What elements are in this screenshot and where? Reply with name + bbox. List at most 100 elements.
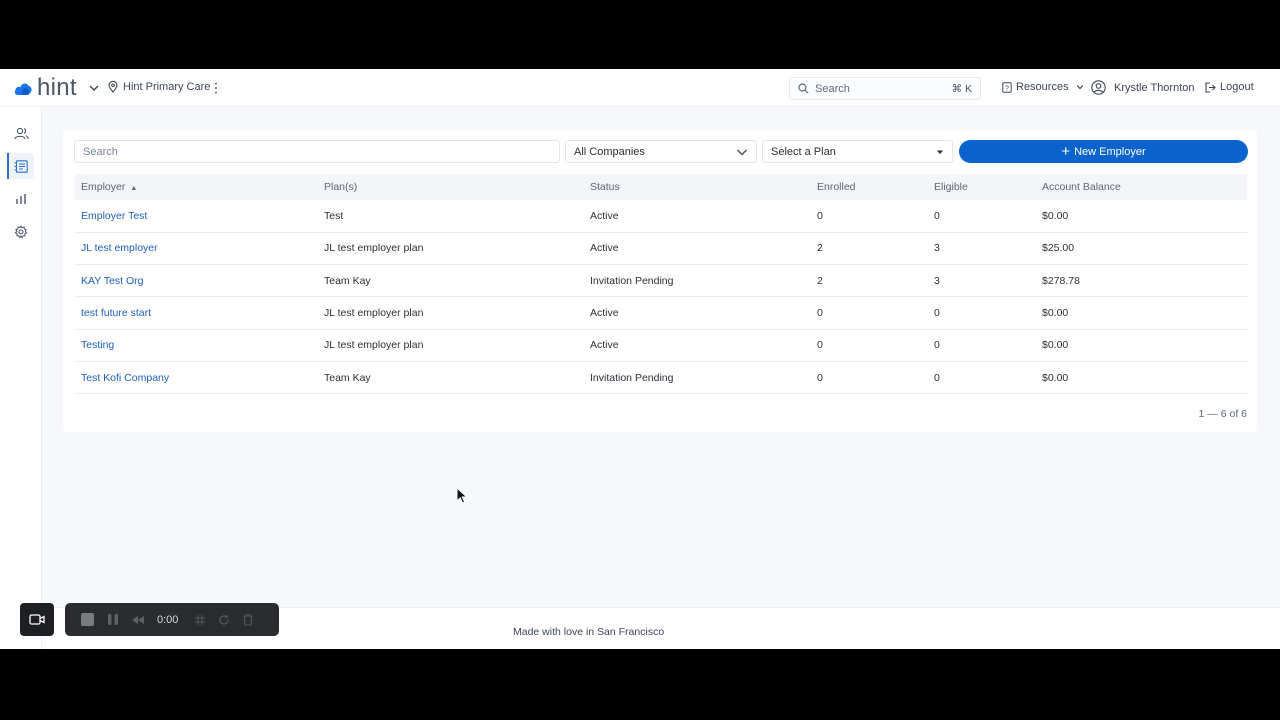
- employer-name-link[interactable]: Employer Test: [75, 200, 318, 232]
- search-placeholder: Search: [815, 82, 850, 95]
- table-row[interactable]: Employer Test Test Active 0 0 $0.00: [75, 200, 1247, 233]
- account-balance-cell: $0.00: [1042, 209, 1069, 222]
- header-eligible[interactable]: Eligible: [928, 174, 1036, 200]
- user-name: Krystle Thornton: [1114, 81, 1195, 94]
- camera-toggle-button[interactable]: [20, 603, 54, 636]
- eligible-cell: 0: [934, 371, 940, 384]
- caret-down-icon: [937, 150, 943, 154]
- header-plans[interactable]: Plan(s): [318, 174, 584, 200]
- grid-icon: [195, 614, 206, 625]
- account-balance-cell: $25.00: [1042, 242, 1075, 255]
- delete-button[interactable]: [242, 613, 254, 626]
- table-header-row: Employer ▲ Plan(s) Status Enrolled Eligib…: [75, 174, 1247, 200]
- table-row[interactable]: JL test employer JL test employer plan Act…: [75, 232, 1247, 265]
- enrolled-cell: 0: [817, 209, 823, 222]
- resources-menu[interactable]: ? Resources: [1002, 81, 1085, 93]
- enrolled-cell: 0: [817, 307, 823, 320]
- sidebar: [0, 107, 42, 649]
- header-account-balance[interactable]: Account Balance: [1036, 174, 1247, 200]
- restart-button[interactable]: [218, 614, 230, 626]
- user-menu[interactable]: Krystle Thornton: [1091, 80, 1195, 95]
- map-pin-icon: [108, 81, 118, 93]
- plan-select[interactable]: Select a Plan: [762, 140, 953, 163]
- table-row[interactable]: KAY Test Org Team Kay Invitation Pending 2 3…: [75, 265, 1247, 297]
- gear-icon: [14, 225, 28, 239]
- status-cell: Active: [590, 339, 619, 352]
- plan-cell: JL test employer plan: [324, 307, 424, 320]
- pause-icon: [108, 614, 118, 625]
- header-enrolled[interactable]: Enrolled: [811, 174, 928, 200]
- account-balance-cell: $278.78: [1042, 274, 1080, 287]
- employers-icon: [14, 159, 28, 173]
- status-cell: Invitation Pending: [590, 371, 674, 384]
- eligible-cell: 0: [934, 339, 940, 352]
- enrolled-cell: 0: [817, 371, 823, 384]
- stop-icon: [81, 613, 94, 626]
- companies-select-value: All Companies: [574, 145, 645, 158]
- account-balance-cell: $0.00: [1042, 339, 1069, 352]
- logout-icon: [1205, 81, 1216, 93]
- location-selector[interactable]: Hint Primary Care: [108, 81, 210, 93]
- eligible-cell: 0: [934, 307, 940, 320]
- plus-icon: +: [1061, 143, 1071, 160]
- mouse-cursor-icon: [456, 487, 468, 504]
- trash-icon: [243, 613, 254, 626]
- new-employer-label: New Employer: [1074, 145, 1146, 158]
- app-window: hint Hint Primary Care Search ⌘ K ? Reso…: [0, 69, 1280, 649]
- pagination-info: 1 — 6 of 6: [1198, 408, 1247, 420]
- table-row[interactable]: Testing JL test employer plan Active 0 0 $0.0…: [75, 329, 1247, 362]
- sidebar-item-reports[interactable]: [8, 186, 34, 212]
- cloud-logo-icon: [14, 83, 32, 95]
- user-avatar-icon: [1091, 80, 1106, 95]
- chevron-down-icon: [737, 149, 747, 155]
- more-vertical-icon[interactable]: [212, 81, 220, 95]
- account-balance-cell: $0.00: [1042, 371, 1069, 384]
- sidebar-item-employers[interactable]: [7, 153, 34, 179]
- logout-button[interactable]: Logout: [1205, 81, 1254, 93]
- stop-button[interactable]: [80, 612, 95, 627]
- employer-name-link[interactable]: Testing: [75, 329, 318, 361]
- pause-button[interactable]: [107, 613, 119, 626]
- help-book-icon: ?: [1002, 81, 1012, 93]
- plan-cell: Team Kay: [324, 274, 371, 287]
- chevron-down-icon[interactable]: [88, 82, 100, 94]
- top-bar: hint Hint Primary Care Search ⌘ K ? Reso…: [0, 69, 1280, 107]
- employers-card: Search All Companies Select a Plan + New…: [63, 130, 1257, 432]
- grid-button[interactable]: [194, 614, 206, 626]
- people-icon: [13, 127, 29, 139]
- eligible-cell: 3: [934, 274, 940, 287]
- rewind-button[interactable]: [131, 615, 145, 625]
- resources-label: Resources: [1016, 81, 1069, 93]
- employer-name-link[interactable]: KAY Test Org: [75, 265, 318, 297]
- companies-select[interactable]: All Companies: [565, 140, 757, 163]
- employer-name-link[interactable]: JL test employer: [75, 232, 318, 264]
- svg-text:?: ?: [1005, 85, 1009, 92]
- employer-search-input[interactable]: Search: [74, 140, 560, 163]
- status-cell: Active: [590, 209, 619, 222]
- table-row[interactable]: Test Kofi Company Team Kay Invitation Pend…: [75, 361, 1247, 394]
- header-status[interactable]: Status: [584, 174, 811, 200]
- enrolled-cell: 0: [817, 339, 823, 352]
- status-cell: Active: [590, 307, 619, 320]
- header-employer[interactable]: Employer ▲: [75, 174, 318, 200]
- status-cell: Active: [590, 242, 619, 255]
- new-employer-button[interactable]: + New Employer: [959, 140, 1248, 163]
- chevron-down-icon: [1076, 85, 1084, 90]
- location-name: Hint Primary Care: [123, 81, 211, 93]
- global-search-input[interactable]: Search ⌘ K: [789, 77, 981, 100]
- table-row[interactable]: test future start JL test employer plan Ac…: [75, 297, 1247, 330]
- rewind-icon: [132, 615, 144, 624]
- search-icon: [798, 83, 809, 94]
- employer-name-link[interactable]: test future start: [75, 297, 318, 329]
- employer-search-placeholder: Search: [83, 145, 118, 158]
- enrolled-cell: 2: [817, 242, 823, 255]
- sidebar-item-settings[interactable]: [8, 219, 34, 245]
- hint-logo[interactable]: hint: [14, 76, 77, 100]
- employer-name-link[interactable]: Test Kofi Company: [75, 361, 318, 393]
- logout-label: Logout: [1220, 81, 1254, 93]
- bar-chart-icon: [16, 194, 26, 204]
- sidebar-item-patients[interactable]: [8, 120, 34, 146]
- plan-cell: JL test employer plan: [324, 339, 424, 352]
- restart-icon: [219, 614, 230, 625]
- video-camera-icon: [29, 614, 45, 625]
